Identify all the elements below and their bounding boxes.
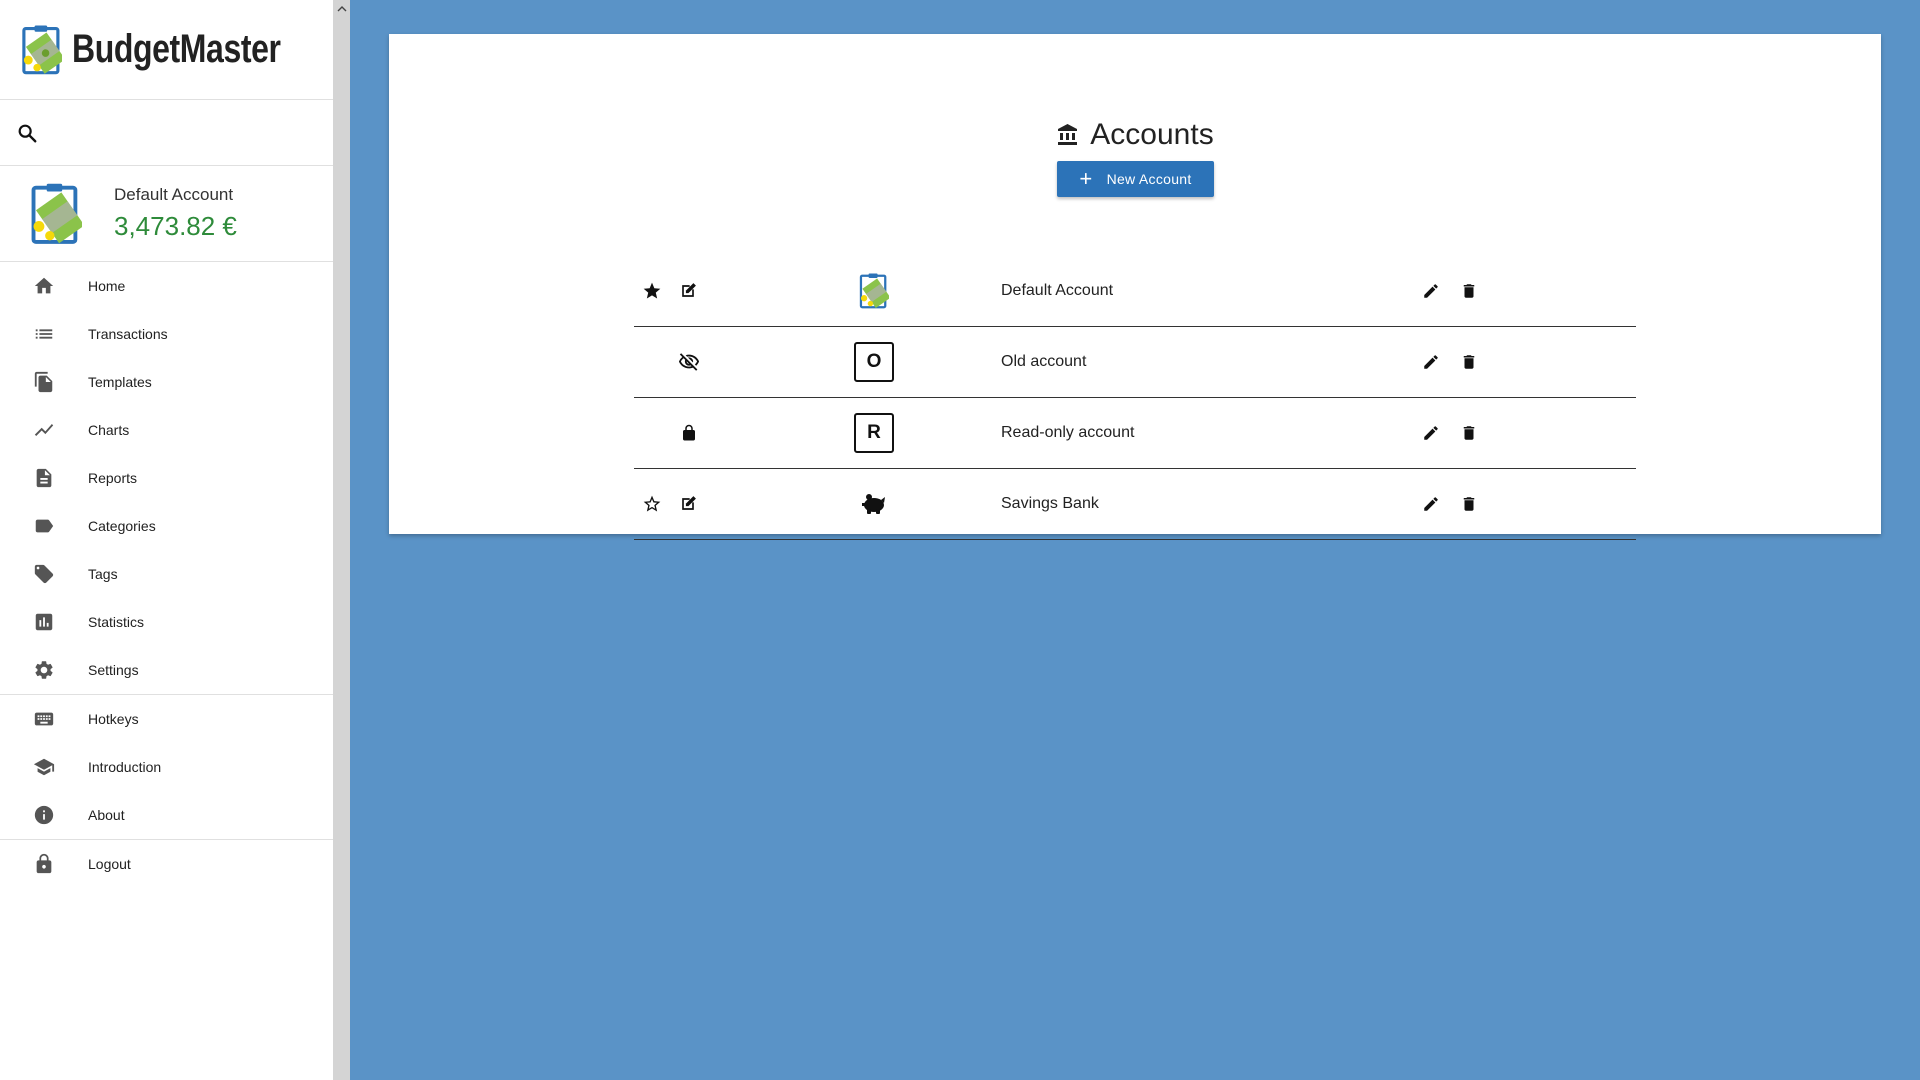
account-row: O Old account [634, 327, 1636, 398]
nav-label: Introduction [88, 759, 162, 775]
label-icon [32, 514, 56, 538]
account-letter: O [854, 342, 894, 382]
sidebar-scrollbar[interactable] [333, 0, 350, 1080]
delete-icon[interactable] [1454, 469, 1484, 539]
nav-label: Reports [88, 470, 138, 486]
nav-label: Logout [88, 856, 131, 872]
account-name: Default Account [1001, 282, 1114, 299]
nav-label: Charts [88, 422, 130, 438]
logout-nav: Logout [0, 840, 333, 888]
nav-label: Hotkeys [88, 711, 139, 727]
tag-icon [32, 562, 56, 586]
search-icon[interactable] [16, 122, 38, 144]
account-row: Default Account [634, 256, 1636, 327]
sidebar: BudgetMaster Default Account 3,473.82 € [0, 0, 333, 1080]
school-icon [32, 755, 56, 779]
nav-label: Tags [88, 566, 118, 582]
nav-label: Home [88, 278, 126, 294]
piggy-bank-icon [844, 469, 904, 539]
account-row: Savings Bank [634, 469, 1636, 540]
new-account-button[interactable]: + New Account [1057, 161, 1214, 197]
account-image-icon [844, 256, 904, 326]
account-icon [31, 183, 82, 244]
star-outline-icon[interactable] [634, 469, 670, 539]
lock-icon [670, 398, 708, 468]
delete-icon[interactable] [1454, 398, 1484, 468]
nav-item-hotkeys[interactable]: Hotkeys [0, 695, 333, 743]
edit-note-icon[interactable] [670, 469, 706, 539]
app-name: BudgetMaster [72, 27, 281, 71]
budgetmaster-logo-icon [22, 24, 63, 74]
gear-icon [32, 658, 56, 682]
nav-item-categories[interactable]: Categories [0, 502, 333, 550]
nav-item-logout[interactable]: Logout [0, 840, 333, 888]
nav-label: Transactions [88, 326, 168, 342]
help-nav: Hotkeys Introduction About [0, 695, 333, 839]
nav-label: Templates [88, 374, 152, 390]
nav-label: Statistics [88, 614, 145, 630]
line-chart-icon [32, 418, 56, 442]
account-letter: R [854, 413, 894, 453]
current-account-balance: 3,473.82 € [114, 211, 237, 241]
current-account[interactable]: Default Account 3,473.82 € [0, 166, 333, 262]
scroll-up-arrow-icon[interactable] [333, 0, 350, 17]
nav-item-transactions[interactable]: Transactions [0, 310, 333, 358]
star-filled-icon[interactable] [634, 256, 670, 326]
nav-item-statistics[interactable]: Statistics [0, 598, 333, 646]
account-name: Read-only account [1001, 424, 1135, 441]
delete-icon[interactable] [1454, 327, 1484, 397]
info-icon [32, 803, 56, 827]
account-row: R Read-only account [634, 398, 1636, 469]
edit-pencil-icon[interactable] [1416, 256, 1446, 326]
account-letter-icon: R [844, 398, 904, 468]
page-title-text: Accounts [1090, 118, 1214, 151]
edit-pencil-icon[interactable] [1416, 398, 1446, 468]
page-title: Accounts [389, 118, 1881, 152]
nav-item-tags[interactable]: Tags [0, 550, 333, 598]
nav-item-introduction[interactable]: Introduction [0, 743, 333, 791]
nav-item-reports[interactable]: Reports [0, 454, 333, 502]
description-icon [32, 466, 56, 490]
new-account-label: New Account [1106, 171, 1192, 187]
nav-item-charts[interactable]: Charts [0, 406, 333, 454]
nav-item-templates[interactable]: Templates [0, 358, 333, 406]
account-letter-icon: O [844, 327, 904, 397]
main-nav: Home Transactions Templates Charts Repor… [0, 262, 333, 694]
account-name: Savings Bank [1001, 495, 1099, 512]
file-copy-icon [32, 370, 56, 394]
bar-chart-icon [32, 610, 56, 634]
nav-item-about[interactable]: About [0, 791, 333, 839]
nav-label: About [88, 807, 125, 823]
logo[interactable]: BudgetMaster [0, 0, 333, 100]
edit-pencil-icon[interactable] [1416, 469, 1446, 539]
accounts-table: Default Account O Old account R Read-onl… [634, 256, 1636, 540]
account-name: Old account [1001, 353, 1087, 370]
delete-icon[interactable] [1454, 256, 1484, 326]
edit-pencil-icon[interactable] [1416, 327, 1446, 397]
home-icon [32, 274, 56, 298]
edit-note-icon[interactable] [670, 256, 706, 326]
nav-item-settings[interactable]: Settings [0, 646, 333, 694]
accounts-card: Accounts + New Account Default Account O… [389, 34, 1881, 540]
nav-label: Categories [88, 518, 156, 534]
current-account-name: Default Account [114, 185, 234, 204]
visibility-off-icon [670, 327, 708, 397]
nav-label: Settings [88, 662, 139, 678]
keyboard-icon [32, 707, 56, 731]
bank-icon [1058, 124, 1078, 145]
search-bar[interactable] [0, 100, 333, 166]
lock-icon [32, 852, 56, 876]
list-icon [32, 322, 56, 346]
plus-icon: + [1079, 166, 1093, 191]
nav-item-home[interactable]: Home [0, 262, 333, 310]
